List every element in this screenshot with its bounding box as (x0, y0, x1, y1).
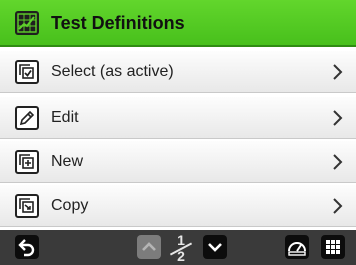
chevron-right-icon (330, 197, 344, 215)
page-up-button[interactable] (137, 235, 161, 259)
menu-item-new[interactable]: New (0, 140, 356, 183)
menu-item-label: Edit (51, 109, 79, 126)
chevron-right-icon (330, 153, 344, 171)
footer-bar: 1 2 (0, 230, 356, 265)
page-total: 2 (177, 248, 185, 264)
menu-item-label: Select (as active) (51, 63, 174, 80)
menu-item-copy[interactable]: Copy (0, 184, 356, 227)
chevron-up-icon (142, 242, 156, 251)
chevron-down-icon (208, 243, 222, 252)
menu-item-edit[interactable]: Edit (0, 96, 356, 139)
menu-item-select-active[interactable]: Select (as active) (0, 50, 356, 93)
header-bar: Test Definitions (0, 0, 356, 47)
gauge-button[interactable] (285, 235, 309, 259)
page-current: 1 (177, 232, 185, 248)
keypad-button[interactable] (321, 235, 345, 259)
page-indicator: 1 2 (166, 233, 196, 263)
page-down-button[interactable] (203, 235, 227, 259)
menu-item-label: New (51, 153, 84, 170)
back-button[interactable] (15, 235, 39, 259)
menu-item-label: Copy (51, 197, 89, 214)
copy-icon (15, 194, 39, 218)
new-icon (15, 150, 39, 174)
pencil-icon (15, 106, 39, 130)
chevron-right-icon (330, 109, 344, 127)
test-definitions-screen: Test Definitions Select (as active) Edit (0, 0, 356, 265)
back-arrow-icon (18, 239, 35, 257)
chevron-right-icon (330, 63, 344, 81)
gauge-icon (288, 242, 306, 256)
page-title: Test Definitions (51, 13, 185, 33)
chart-icon (15, 11, 39, 35)
keypad-icon (326, 240, 340, 254)
select-active-icon (15, 60, 39, 84)
